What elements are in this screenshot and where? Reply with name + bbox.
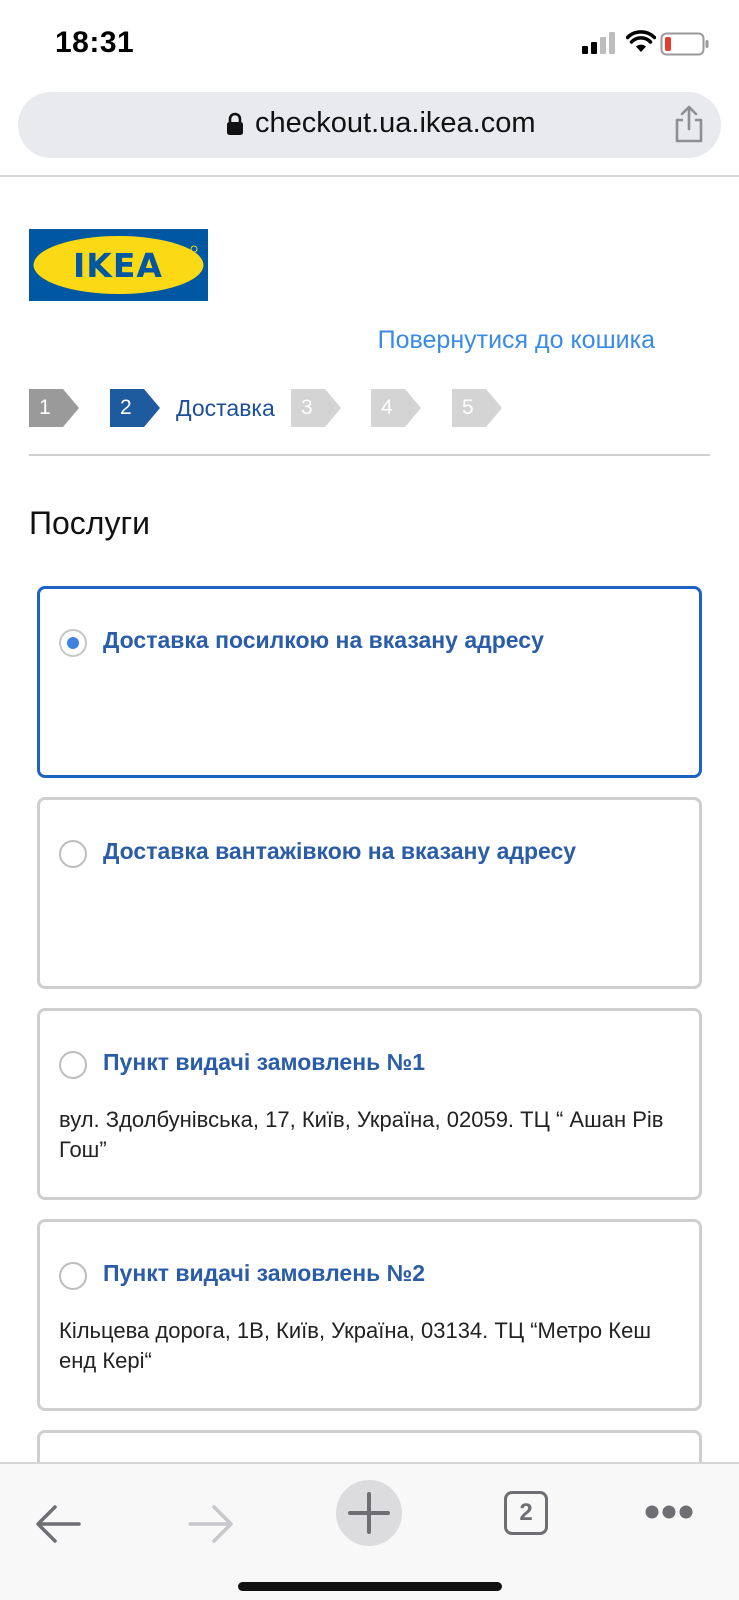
option-title: Пункт видачі замовлень №1	[103, 1049, 426, 1075]
toolbar-divider	[0, 175, 739, 177]
svg-text:IKEA: IKEA	[73, 246, 163, 285]
pickup-address: Кільцева дорога, 1В, Київ, Україна, 0313…	[59, 1318, 651, 1373]
step-number: 4	[381, 396, 393, 419]
battery-low-icon	[660, 32, 709, 56]
cellular-signal-icon	[582, 32, 615, 54]
current-step-label: Доставка	[176, 395, 275, 421]
address-bar[interactable]: checkout.ua.ikea.com	[18, 92, 721, 158]
option-parcel-delivery[interactable]: Доставка посилкою на вказану адресу	[37, 586, 702, 778]
forward-arrow-icon[interactable]	[188, 1504, 234, 1544]
lock-icon	[227, 112, 243, 135]
status-bar: 18:31	[0, 0, 739, 88]
step-number: 1	[39, 396, 51, 419]
tabs-count-button[interactable]: 2	[504, 1491, 548, 1535]
option-truck-delivery[interactable]: Доставка вантажівкою на вказану адресу	[37, 797, 702, 989]
step-number: 5	[462, 396, 474, 419]
option-pickup-point-2[interactable]: Пункт видачі замовлень №2 Кільцева дорог…	[37, 1219, 702, 1411]
services-title: Послуги	[29, 505, 151, 541]
radio-button[interactable]	[59, 1051, 87, 1079]
browser-bottom-toolbar: 2	[0, 1462, 739, 1600]
wifi-icon	[626, 30, 656, 52]
section-divider	[29, 454, 710, 456]
home-indicator[interactable]	[238, 1582, 502, 1591]
option-pickup-point-1[interactable]: Пункт видачі замовлень №1 вул. Здолбунів…	[37, 1008, 702, 1200]
pickup-address: вул. Здолбунівська, 17, Київ, Україна, 0…	[59, 1107, 664, 1162]
back-to-cart-link[interactable]: Повернутися до кошика	[378, 326, 655, 355]
ikea-logo[interactable]: IKEA	[29, 229, 208, 301]
step-number: 3	[301, 396, 313, 419]
option-title: Доставка посилкою на вказану адресу	[103, 627, 544, 653]
radio-button[interactable]	[59, 840, 87, 868]
new-tab-plus-icon[interactable]	[336, 1480, 402, 1546]
option-title: Пункт видачі замовлень №2	[103, 1260, 426, 1286]
radio-button-selected[interactable]	[59, 629, 87, 657]
share-icon[interactable]	[672, 105, 706, 143]
option-title: Доставка вантажівкою на вказану адресу	[103, 838, 577, 864]
radio-button[interactable]	[59, 1262, 87, 1290]
back-arrow-icon[interactable]	[35, 1504, 81, 1544]
step-number: 2	[120, 396, 132, 419]
more-options-icon[interactable]	[644, 1504, 694, 1520]
url-text[interactable]: checkout.ua.ikea.com	[255, 107, 535, 140]
status-time: 18:31	[55, 26, 135, 59]
